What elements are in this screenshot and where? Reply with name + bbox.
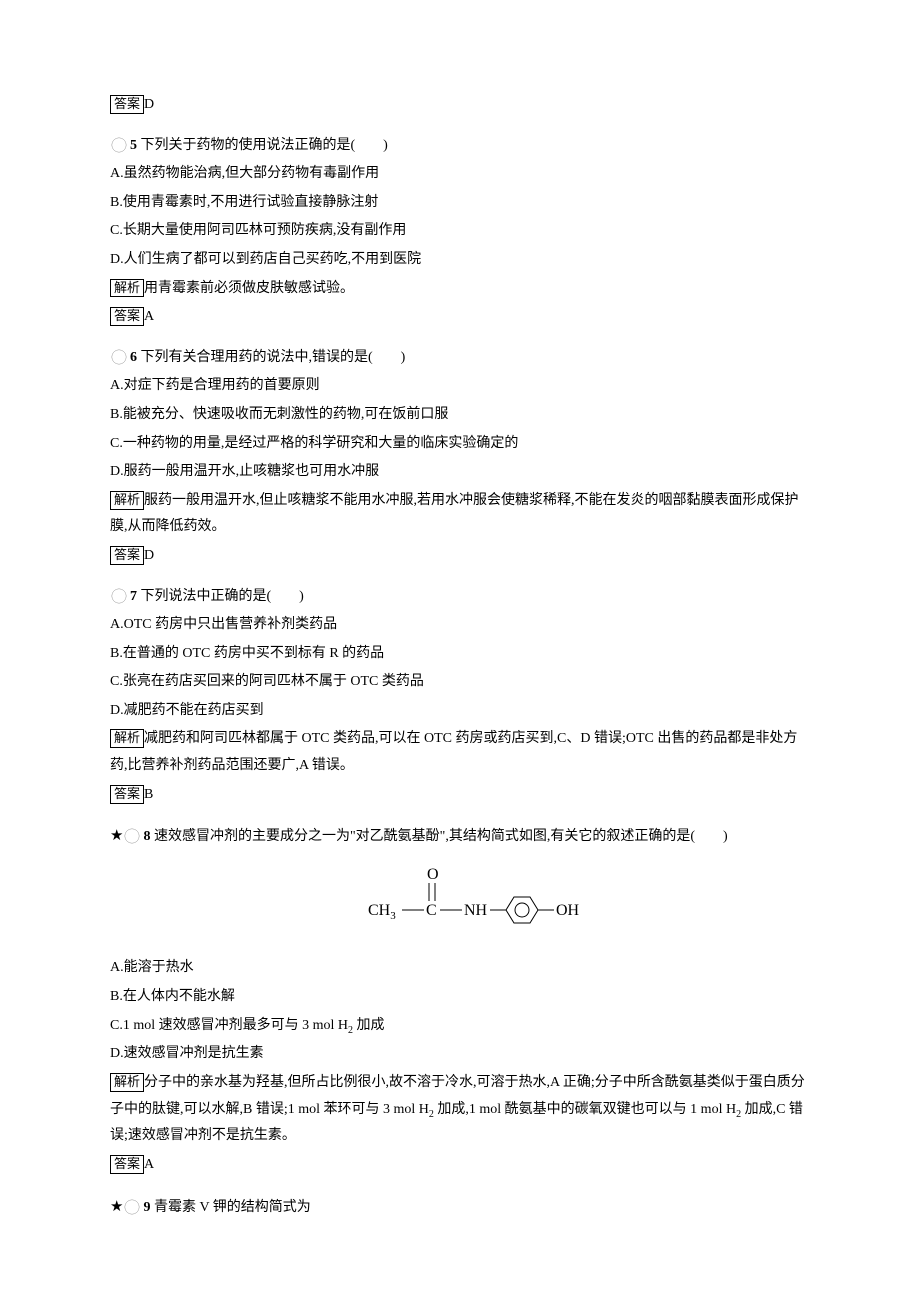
bullet-icon [110,587,128,605]
q5-answer: A [144,309,154,324]
q6-stem-line: 6 下列有关合理用药的说法中,错误的是( ) [110,345,810,372]
q6-explain-line: 解析服药一般用温开水,但止咳糖浆不能用水冲服,若用水冲服会使糖浆稀释,不能在发炎… [110,488,810,541]
q7-stem: 下列说法中正确的是( ) [141,589,304,604]
q7-number: 7 [130,589,137,604]
q5-answer-line: 答案A [110,304,810,331]
q9-stem-line: ★ 9 青霉素 V 钾的结构简式为 [110,1193,810,1222]
q6-stem: 下列有关合理用药的说法中,错误的是( ) [141,350,406,365]
q6-answer: D [144,548,154,563]
q6-option-b: B.能被充分、快速吸收而无刺激性的药物,可在饭前口服 [110,402,810,429]
q7-answer-line: 答案B [110,782,810,809]
formula-c: C [426,902,437,919]
q5-option-d: D.人们生病了都可以到药店自己买药吃,不用到医院 [110,247,810,274]
q6-option-d: D.服药一般用温开水,止咳糖浆也可用水冲服 [110,459,810,486]
q8-option-b: B.在人体内不能水解 [110,984,810,1011]
q8-number: 8 [143,829,150,844]
bullet-icon [123,1198,141,1216]
q5-number: 5 [130,138,137,153]
q8-stem-line: ★ 8 速效感冒冲剂的主要成分之一为"对乙酰氨基酚",其结构简式如图,有关它的叙述… [110,822,810,851]
q4-answer: D [144,97,154,112]
q8-stem: 速效感冒冲剂的主要成分之一为"对乙酰氨基酚",其结构简式如图,有关它的叙述正确的… [154,829,728,844]
q5-option-b: B.使用青霉素时,不用进行试验直接静脉注射 [110,190,810,217]
explain-label: 解析 [110,279,144,298]
q8-structure-figure: O CH3 C NH OH [110,865,810,946]
q5-stem-line: 5 下列关于药物的使用说法正确的是( ) [110,133,810,160]
bullet-icon [110,136,128,154]
answer-label: 答案 [110,95,144,114]
bullet-icon [123,827,141,845]
q7-explain-line: 解析减肥药和阿司匹林都属于 OTC 类药品,可以在 OTC 药房或药店买到,C、… [110,726,810,779]
q8-option-c: C.1 mol 速效感冒冲剂最多可与 3 mol H2 加成 [110,1013,810,1040]
q6-answer-line: 答案D [110,543,810,570]
explain-label: 解析 [110,491,144,510]
q5-explain: 用青霉素前必须做皮肤敏感试验。 [144,281,354,296]
q8-c-pre: C.1 mol 速效感冒冲剂最多可与 3 mol H [110,1018,348,1033]
q4-answer-line: 答案D [110,92,810,119]
q5-stem: 下列关于药物的使用说法正确的是( ) [141,138,388,153]
q7-explain: 减肥药和阿司匹林都属于 OTC 类药品,可以在 OTC 药房或药店买到,C、D … [110,731,797,773]
q7-stem-line: 7 下列说法中正确的是( ) [110,584,810,611]
q5-option-a: A.虽然药物能治病,但大部分药物有毒副作用 [110,161,810,188]
chemical-structure-icon: O CH3 C NH OH [330,865,590,935]
explain-label: 解析 [110,1073,144,1092]
formula-oh: OH [556,902,580,919]
q5-explain-line: 解析用青霉素前必须做皮肤敏感试验。 [110,276,810,303]
q7-option-d: D.减肥药不能在药店买到 [110,698,810,725]
q8-c-post: 加成 [353,1018,385,1033]
q7-option-c: C.张亮在药店买回来的阿司匹林不属于 OTC 类药品 [110,669,810,696]
formula-ch: CH [368,902,391,919]
q6-number: 6 [130,350,137,365]
bullet-icon [110,348,128,366]
q7-option-a: A.OTC 药房中只出售营养补剂类药品 [110,612,810,639]
q5-option-c: C.长期大量使用阿司匹林可预防疾病,没有副作用 [110,218,810,245]
q8-option-d: D.速效感冒冲剂是抗生素 [110,1041,810,1068]
answer-label: 答案 [110,307,144,326]
star-icon: ★ [110,828,123,844]
formula-nh: NH [464,902,488,919]
q6-option-a: A.对症下药是合理用药的首要原则 [110,373,810,400]
q8-option-a: A.能溶于热水 [110,955,810,982]
answer-label: 答案 [110,785,144,804]
formula-sub3: 3 [390,910,396,922]
star-icon: ★ [110,1199,123,1215]
answer-label: 答案 [110,546,144,565]
q6-option-c: C.一种药物的用量,是经过严格的科学研究和大量的临床实验确定的 [110,431,810,458]
formula-o: O [427,866,439,883]
q8-answer: A [144,1157,154,1172]
q8-answer-line: 答案A [110,1152,810,1179]
q8-explain-mid: 加成,1 mol 酰氨基中的碳氧双键也可以与 1 mol H [434,1102,736,1117]
q9-stem: 青霉素 V 钾的结构简式为 [154,1200,311,1215]
q9-number: 9 [143,1200,150,1215]
q8-explain-line: 解析分子中的亲水基为羟基,但所占比例很小,故不溶于冷水,可溶于热水,A 正确;分… [110,1070,810,1150]
explain-label: 解析 [110,729,144,748]
q6-explain: 服药一般用温开水,但止咳糖浆不能用水冲服,若用水冲服会使糖浆稀释,不能在发炎的咽… [110,493,799,535]
answer-label: 答案 [110,1155,144,1174]
svg-text:CH3: CH3 [368,902,396,922]
q7-option-b: B.在普通的 OTC 药房中买不到标有 R 的药品 [110,641,810,668]
q7-answer: B [144,787,153,802]
